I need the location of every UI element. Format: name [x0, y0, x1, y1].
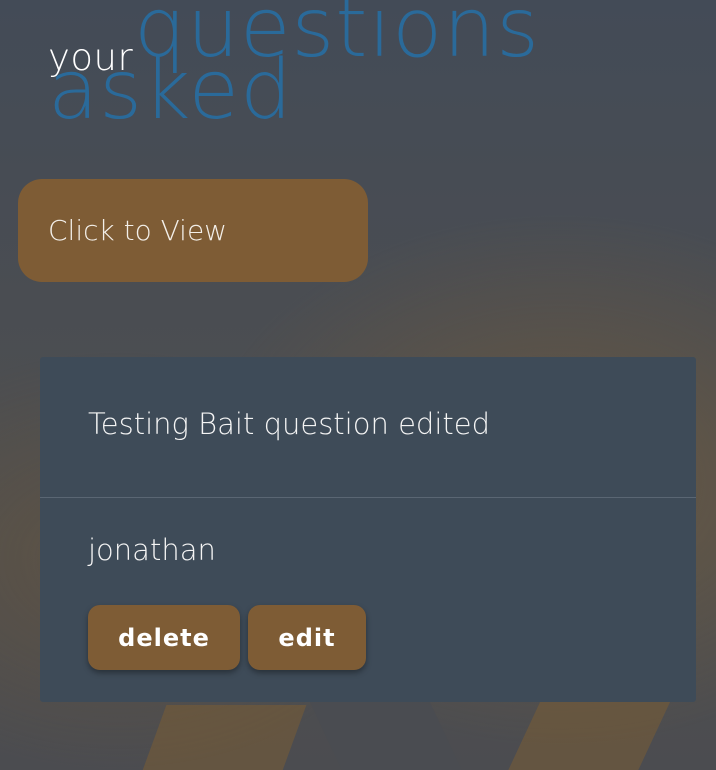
title-your-word: your [48, 36, 134, 79]
background-shape [499, 700, 671, 770]
card-divider [40, 497, 696, 498]
page-title: questions asked your [0, 0, 716, 150]
question-author: jonathan [88, 533, 216, 567]
click-to-view-button[interactable]: Click to View [18, 179, 368, 282]
edit-button-label: edit [278, 623, 336, 652]
delete-button-label: delete [118, 623, 210, 652]
delete-button[interactable]: delete [88, 605, 240, 670]
question-text: Testing Bait question edited [88, 407, 491, 441]
background-shape [309, 700, 471, 770]
click-to-view-label: Click to View [48, 214, 228, 247]
edit-button[interactable]: edit [248, 605, 366, 670]
background-shape [133, 705, 307, 770]
question-card: Testing Bait question edited jonathan de… [40, 357, 696, 702]
